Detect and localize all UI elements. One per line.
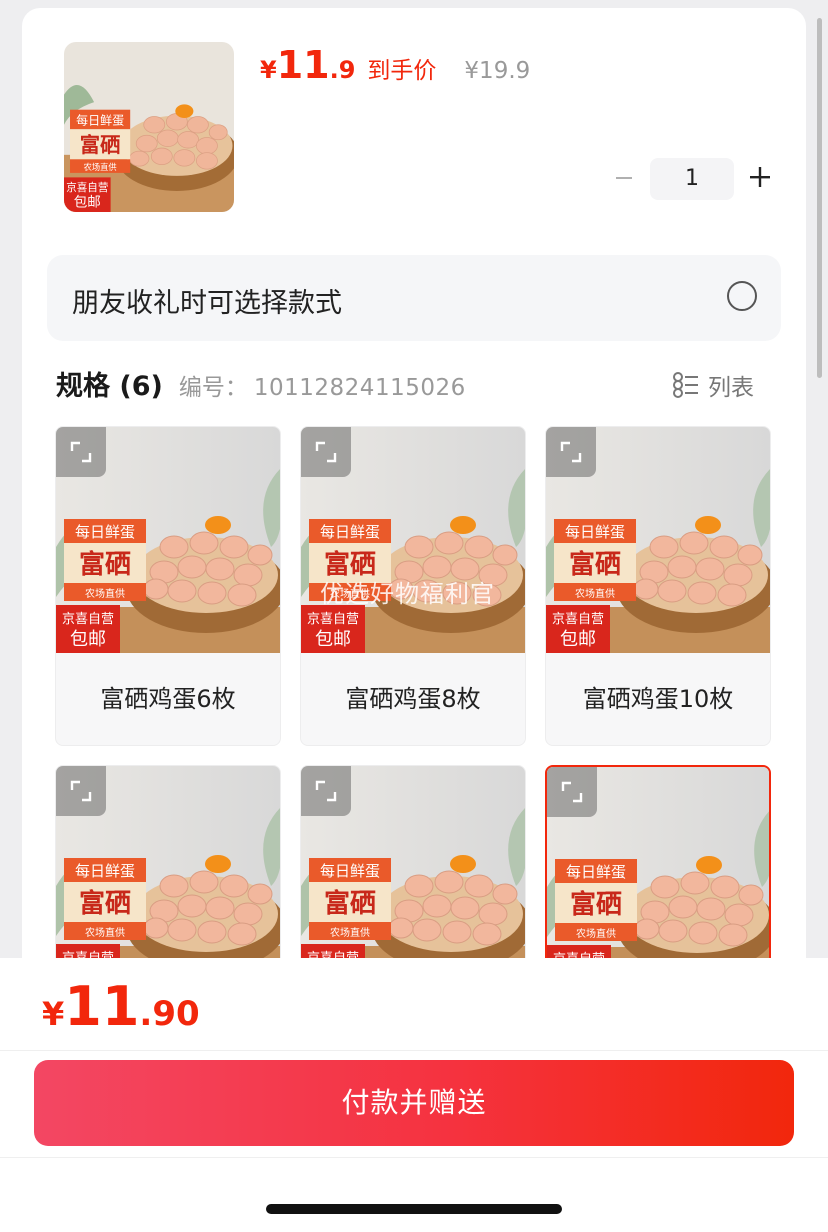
total-price: ¥ 11 .90 xyxy=(42,975,200,1038)
spec-option-name: 富硒鸡蛋8枚 xyxy=(345,685,481,713)
expand-icon xyxy=(315,780,337,802)
quantity-stepper: 1 xyxy=(606,158,778,200)
card-label-self: 京喜自营 xyxy=(552,612,604,627)
spec-option-card[interactable]: 每日鲜蛋富硒农场直供京喜自营包邮富硒鸡蛋8枚 xyxy=(300,426,526,746)
card-label-top: 每日鲜蛋 xyxy=(75,523,135,541)
spec-option-name: 富硒鸡蛋10枚 xyxy=(582,685,734,713)
bottom-bar: ¥ 11 .90 付款并赠送 xyxy=(0,958,828,1232)
card-label-brand: 富硒 xyxy=(569,549,621,580)
list-icon xyxy=(673,372,698,398)
gift-style-option[interactable]: 朋友收礼时可选择款式 xyxy=(47,255,781,341)
quantity-field[interactable]: 1 xyxy=(650,158,734,200)
price-integer: 11 xyxy=(276,43,330,87)
divider xyxy=(0,1050,828,1051)
spec-sheet: 每日鲜蛋 富硒 农场直供 京喜自营 包邮 ¥ 11 .9 到手价 ¥19.9 1… xyxy=(22,8,806,1008)
spec-option-image: 每日鲜蛋富硒农场直供京喜自营包邮 xyxy=(56,427,280,653)
thumb-label-ship: 包邮 xyxy=(74,195,101,211)
gift-style-radio[interactable] xyxy=(727,281,757,311)
expand-button[interactable] xyxy=(301,427,351,477)
spec-header: 规格 (6) 编号： 10112824115026 xyxy=(56,364,466,403)
thumb-label-sub: 农场直供 xyxy=(84,162,117,172)
thumb-label-self: 京喜自营 xyxy=(66,181,108,194)
expand-icon xyxy=(315,441,337,463)
decrease-button[interactable] xyxy=(606,159,642,199)
card-label-top: 每日鲜蛋 xyxy=(566,863,626,881)
scrollbar[interactable] xyxy=(817,18,822,378)
spec-code: 10112824115026 xyxy=(253,375,466,401)
card-label-top: 每日鲜蛋 xyxy=(320,523,380,541)
card-label-brand: 富硒 xyxy=(570,889,622,920)
expand-icon xyxy=(561,781,583,803)
expand-button[interactable] xyxy=(546,427,596,477)
card-label-self: 京喜自营 xyxy=(62,612,114,627)
expand-button[interactable] xyxy=(547,767,597,817)
expand-icon xyxy=(560,441,582,463)
total-integer: 11 xyxy=(64,975,140,1038)
price-row: ¥ 11 .9 到手价 ¥19.9 xyxy=(260,46,530,85)
total-currency: ¥ xyxy=(42,995,65,1033)
expand-button[interactable] xyxy=(56,766,106,816)
list-toggle-label: 列表 xyxy=(708,375,754,401)
card-label-sub: 农场直供 xyxy=(85,926,125,939)
spec-option-card[interactable]: 每日鲜蛋富硒农场直供京喜自营包邮富硒鸡蛋10枚 xyxy=(545,426,771,746)
home-indicator xyxy=(266,1204,562,1214)
card-label-top: 每日鲜蛋 xyxy=(320,862,380,880)
card-label-top: 每日鲜蛋 xyxy=(565,523,625,541)
expand-icon xyxy=(70,441,92,463)
price-tag: 到手价 xyxy=(367,58,437,84)
card-label-sub: 农场直供 xyxy=(576,927,616,940)
card-label-ship: 包邮 xyxy=(560,629,596,650)
thumb-label-brand: 富硒 xyxy=(80,133,121,157)
thumb-label-top: 每日鲜蛋 xyxy=(76,113,124,128)
card-label-brand: 富硒 xyxy=(324,888,376,919)
card-label-self: 京喜自营 xyxy=(307,612,359,627)
gift-style-label: 朋友收礼时可选择款式 xyxy=(72,288,342,319)
card-label-sub: 农场直供 xyxy=(85,587,125,600)
spec-code-label: 编号： xyxy=(178,375,248,401)
spec-title: 规格 (6) xyxy=(56,371,163,402)
card-label-brand: 富硒 xyxy=(79,549,131,580)
card-label-ship: 包邮 xyxy=(315,629,351,650)
increase-button[interactable] xyxy=(742,159,778,199)
spec-option-card[interactable]: 每日鲜蛋富硒农场直供京喜自营包邮富硒鸡蛋6枚 xyxy=(55,426,281,746)
spec-option-image: 每日鲜蛋富硒农场直供京喜自营包邮 xyxy=(546,427,770,653)
total-decimal: .90 xyxy=(139,994,200,1034)
card-label-sub: 农场直供 xyxy=(330,587,370,600)
card-label-ship: 包邮 xyxy=(70,629,106,650)
pay-and-gift-button[interactable]: 付款并赠送 xyxy=(34,1060,794,1146)
card-label-top: 每日鲜蛋 xyxy=(75,862,135,880)
plus-icon xyxy=(750,167,770,187)
card-label-brand: 富硒 xyxy=(324,549,376,580)
price-decimal: .9 xyxy=(329,56,356,84)
card-label-brand: 富硒 xyxy=(79,888,131,919)
original-price: ¥19.9 xyxy=(464,58,531,84)
card-label-sub: 农场直供 xyxy=(330,926,370,939)
list-view-toggle[interactable]: 列表 xyxy=(672,368,754,402)
expand-button[interactable] xyxy=(301,766,351,816)
divider xyxy=(0,1157,828,1158)
spec-option-image: 每日鲜蛋富硒农场直供京喜自营包邮 xyxy=(301,427,525,653)
product-thumbnail: 每日鲜蛋 富硒 农场直供 京喜自营 包邮 xyxy=(64,42,234,212)
card-label-sub: 农场直供 xyxy=(575,587,615,600)
minus-icon xyxy=(616,177,632,179)
expand-icon xyxy=(70,780,92,802)
expand-button[interactable] xyxy=(56,427,106,477)
spec-option-name: 富硒鸡蛋6枚 xyxy=(100,685,236,713)
price-currency: ¥ xyxy=(260,56,277,84)
